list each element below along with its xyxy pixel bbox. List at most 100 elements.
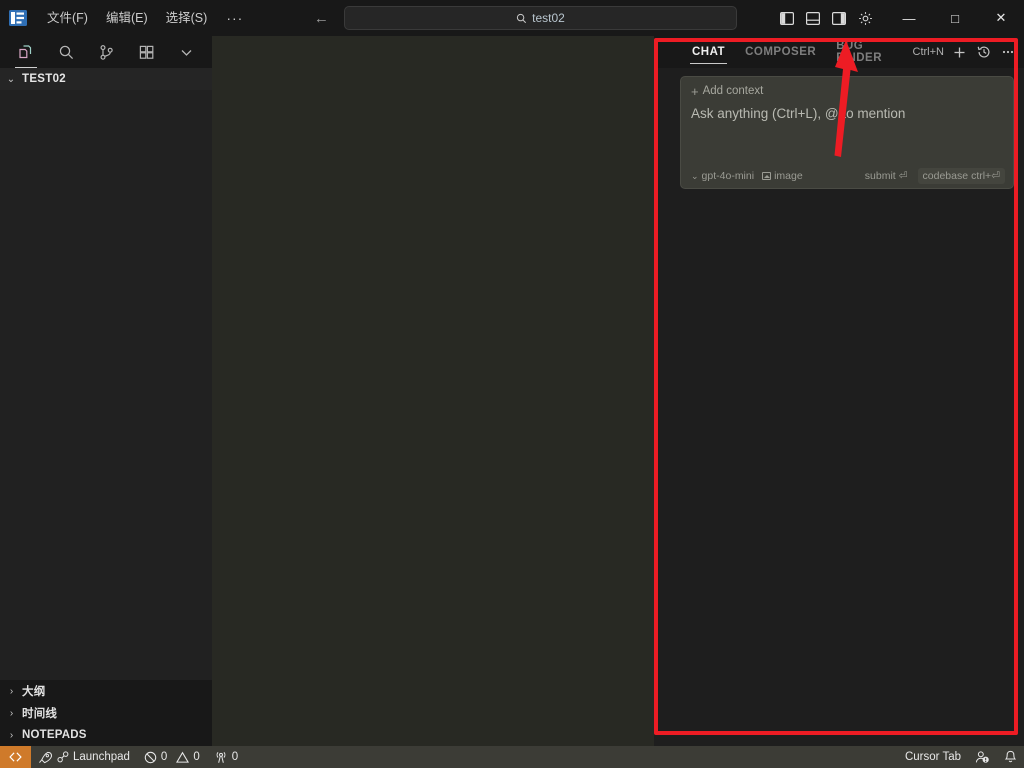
status-notifications[interactable] (997, 746, 1024, 768)
rocket-icon (39, 751, 53, 763)
new-chat-button[interactable] (951, 44, 968, 61)
editor-empty-area[interactable] (212, 36, 654, 746)
chevron-down-icon: ⌄ (691, 170, 699, 181)
activity-search[interactable] (51, 37, 81, 67)
settings-button[interactable] (852, 5, 878, 31)
secondary-sidebar-icon (832, 11, 846, 25)
chat-tab-bar: CHAT COMPOSER BUG FINDER Ctrl+N (654, 36, 1024, 68)
status-bar: Launchpad 0 0 0 Cursor Tab (0, 746, 1024, 768)
window-minimize-button[interactable]: — (886, 0, 932, 36)
chevron-down-icon: ⌄ (6, 73, 16, 85)
bell-icon (1004, 750, 1017, 763)
composer-footer-left: ⌄ gpt-4o-mini image (691, 170, 803, 182)
chevron-down-icon (181, 49, 191, 56)
app-window: 文件(F) 编辑(E) 选择(S) ··· ← → test02 (0, 0, 1024, 768)
cursor-logo-icon (9, 10, 27, 26)
sidebar-section-notepads-label: NOTEPADS (22, 729, 87, 741)
layout-toggle-group (774, 5, 878, 31)
model-selector[interactable]: ⌄ gpt-4o-mini (691, 170, 754, 182)
tab-bug-finder[interactable]: BUG FINDER (826, 36, 912, 68)
activity-extensions[interactable] (131, 37, 161, 67)
status-cursor-tab[interactable]: Cursor Tab (898, 746, 968, 768)
chat-panel: CHAT COMPOSER BUG FINDER Ctrl+N + Add co… (654, 36, 1024, 746)
activity-explorer[interactable] (11, 37, 41, 68)
status-launchpad-label: Launchpad (73, 751, 130, 763)
toggle-panel-button[interactable] (800, 5, 826, 31)
tab-chat[interactable]: CHAT (682, 36, 735, 68)
sidebar-section-notepads[interactable]: › NOTEPADS (0, 724, 212, 746)
chat-actions: Ctrl+N (913, 44, 1024, 61)
radio-tower-icon (216, 751, 226, 763)
chat-input-placeholder[interactable]: Ask anything (Ctrl+L), @ to mention (681, 97, 1013, 121)
panel-icon (806, 11, 820, 25)
attach-image-label: image (774, 170, 803, 182)
explorer-sidebar: ⌄ TEST02 (0, 68, 212, 680)
warning-icon (176, 751, 190, 763)
add-context-label: Add context (702, 85, 764, 97)
ellipsis-icon (1002, 50, 1013, 54)
history-icon (977, 46, 989, 58)
sidebar-section-outline[interactable]: › 大纲 (0, 680, 212, 702)
plus-icon: + (691, 83, 699, 99)
status-errors[interactable]: 0 0 (137, 746, 207, 768)
model-name-label: gpt-4o-mini (701, 170, 755, 182)
explorer-collapsed-sections: › 大纲 › 时间线 › NOTEPADS (0, 680, 212, 746)
menu-select[interactable]: 选择(S) (157, 6, 217, 30)
chevron-right-icon: › (9, 707, 14, 719)
files-icon (19, 45, 32, 59)
account-icon (975, 751, 989, 763)
plus-icon (954, 47, 965, 57)
status-cursor-tab-label: Cursor Tab (904, 751, 961, 763)
new-chat-shortcut-label: Ctrl+N (912, 46, 944, 58)
submit-label: submit (864, 170, 896, 182)
menu-edit[interactable]: 编辑(E) (97, 6, 157, 30)
sidebar-section-timeline[interactable]: › 时间线 (0, 702, 212, 724)
explorer-root-folder[interactable]: ⌄ TEST02 (0, 68, 212, 90)
composer-footer-right: submit ⏎ codebase ctrl+⏎ (865, 168, 1005, 184)
status-bar-right: Cursor Tab (898, 746, 1024, 768)
status-account[interactable] (968, 746, 997, 768)
toggle-primary-sidebar-button[interactable] (774, 5, 800, 31)
window-maximize-button[interactable]: □ (932, 0, 978, 36)
menu-more-button[interactable]: ··· (216, 8, 253, 28)
menu-file[interactable]: 文件(F) (38, 6, 97, 30)
menu-bar: 文件(F) 编辑(E) 选择(S) ··· (38, 6, 253, 30)
link-icon (57, 751, 69, 763)
image-icon (762, 172, 772, 180)
toggle-secondary-sidebar-button[interactable] (826, 5, 852, 31)
remote-window-indicator[interactable] (0, 746, 31, 768)
explorer-root-label: TEST02 (22, 73, 66, 85)
status-ports[interactable]: 0 (207, 746, 245, 768)
error-icon (144, 751, 157, 763)
submit-button[interactable]: submit ⏎ (865, 170, 908, 182)
chevron-right-icon: › (9, 685, 14, 697)
quick-search-bar[interactable]: test02 (344, 6, 737, 30)
codebase-button[interactable]: codebase ctrl+⏎ (917, 168, 1005, 184)
chat-history-button[interactable] (975, 44, 992, 61)
sidebar-section-timeline-label: 时间线 (22, 708, 58, 720)
tab-composer[interactable]: COMPOSER (735, 36, 826, 68)
nav-back-button[interactable]: ← (313, 10, 329, 27)
source-control-icon (99, 44, 113, 60)
activity-source-control[interactable] (91, 37, 121, 67)
activity-more[interactable] (171, 37, 201, 67)
status-launchpad[interactable]: Launchpad (31, 746, 137, 768)
attach-image-button[interactable]: image (762, 170, 803, 182)
status-ports-count: 0 (231, 751, 239, 763)
search-icon (59, 45, 73, 59)
add-context-button[interactable]: + Add context (681, 77, 1013, 99)
title-bar: 文件(F) 编辑(E) 选择(S) ··· ← → test02 (0, 0, 1024, 36)
activity-bar (0, 36, 212, 68)
chat-composer[interactable]: + Add context Ask anything (Ctrl+L), @ t… (680, 76, 1014, 189)
status-errors-count: 0 (160, 751, 168, 763)
remote-window-icon (9, 752, 22, 762)
primary-sidebar-icon (780, 11, 794, 25)
window-controls: — □ ✕ (774, 0, 1024, 36)
window-close-button[interactable]: ✕ (978, 0, 1024, 36)
enter-key-icon: ⏎ (898, 170, 908, 182)
chevron-right-icon: › (9, 729, 14, 741)
quick-search-value: test02 (532, 11, 565, 25)
chat-more-button[interactable] (999, 44, 1016, 61)
gear-icon (858, 11, 872, 25)
status-warnings-count: 0 (193, 751, 200, 763)
